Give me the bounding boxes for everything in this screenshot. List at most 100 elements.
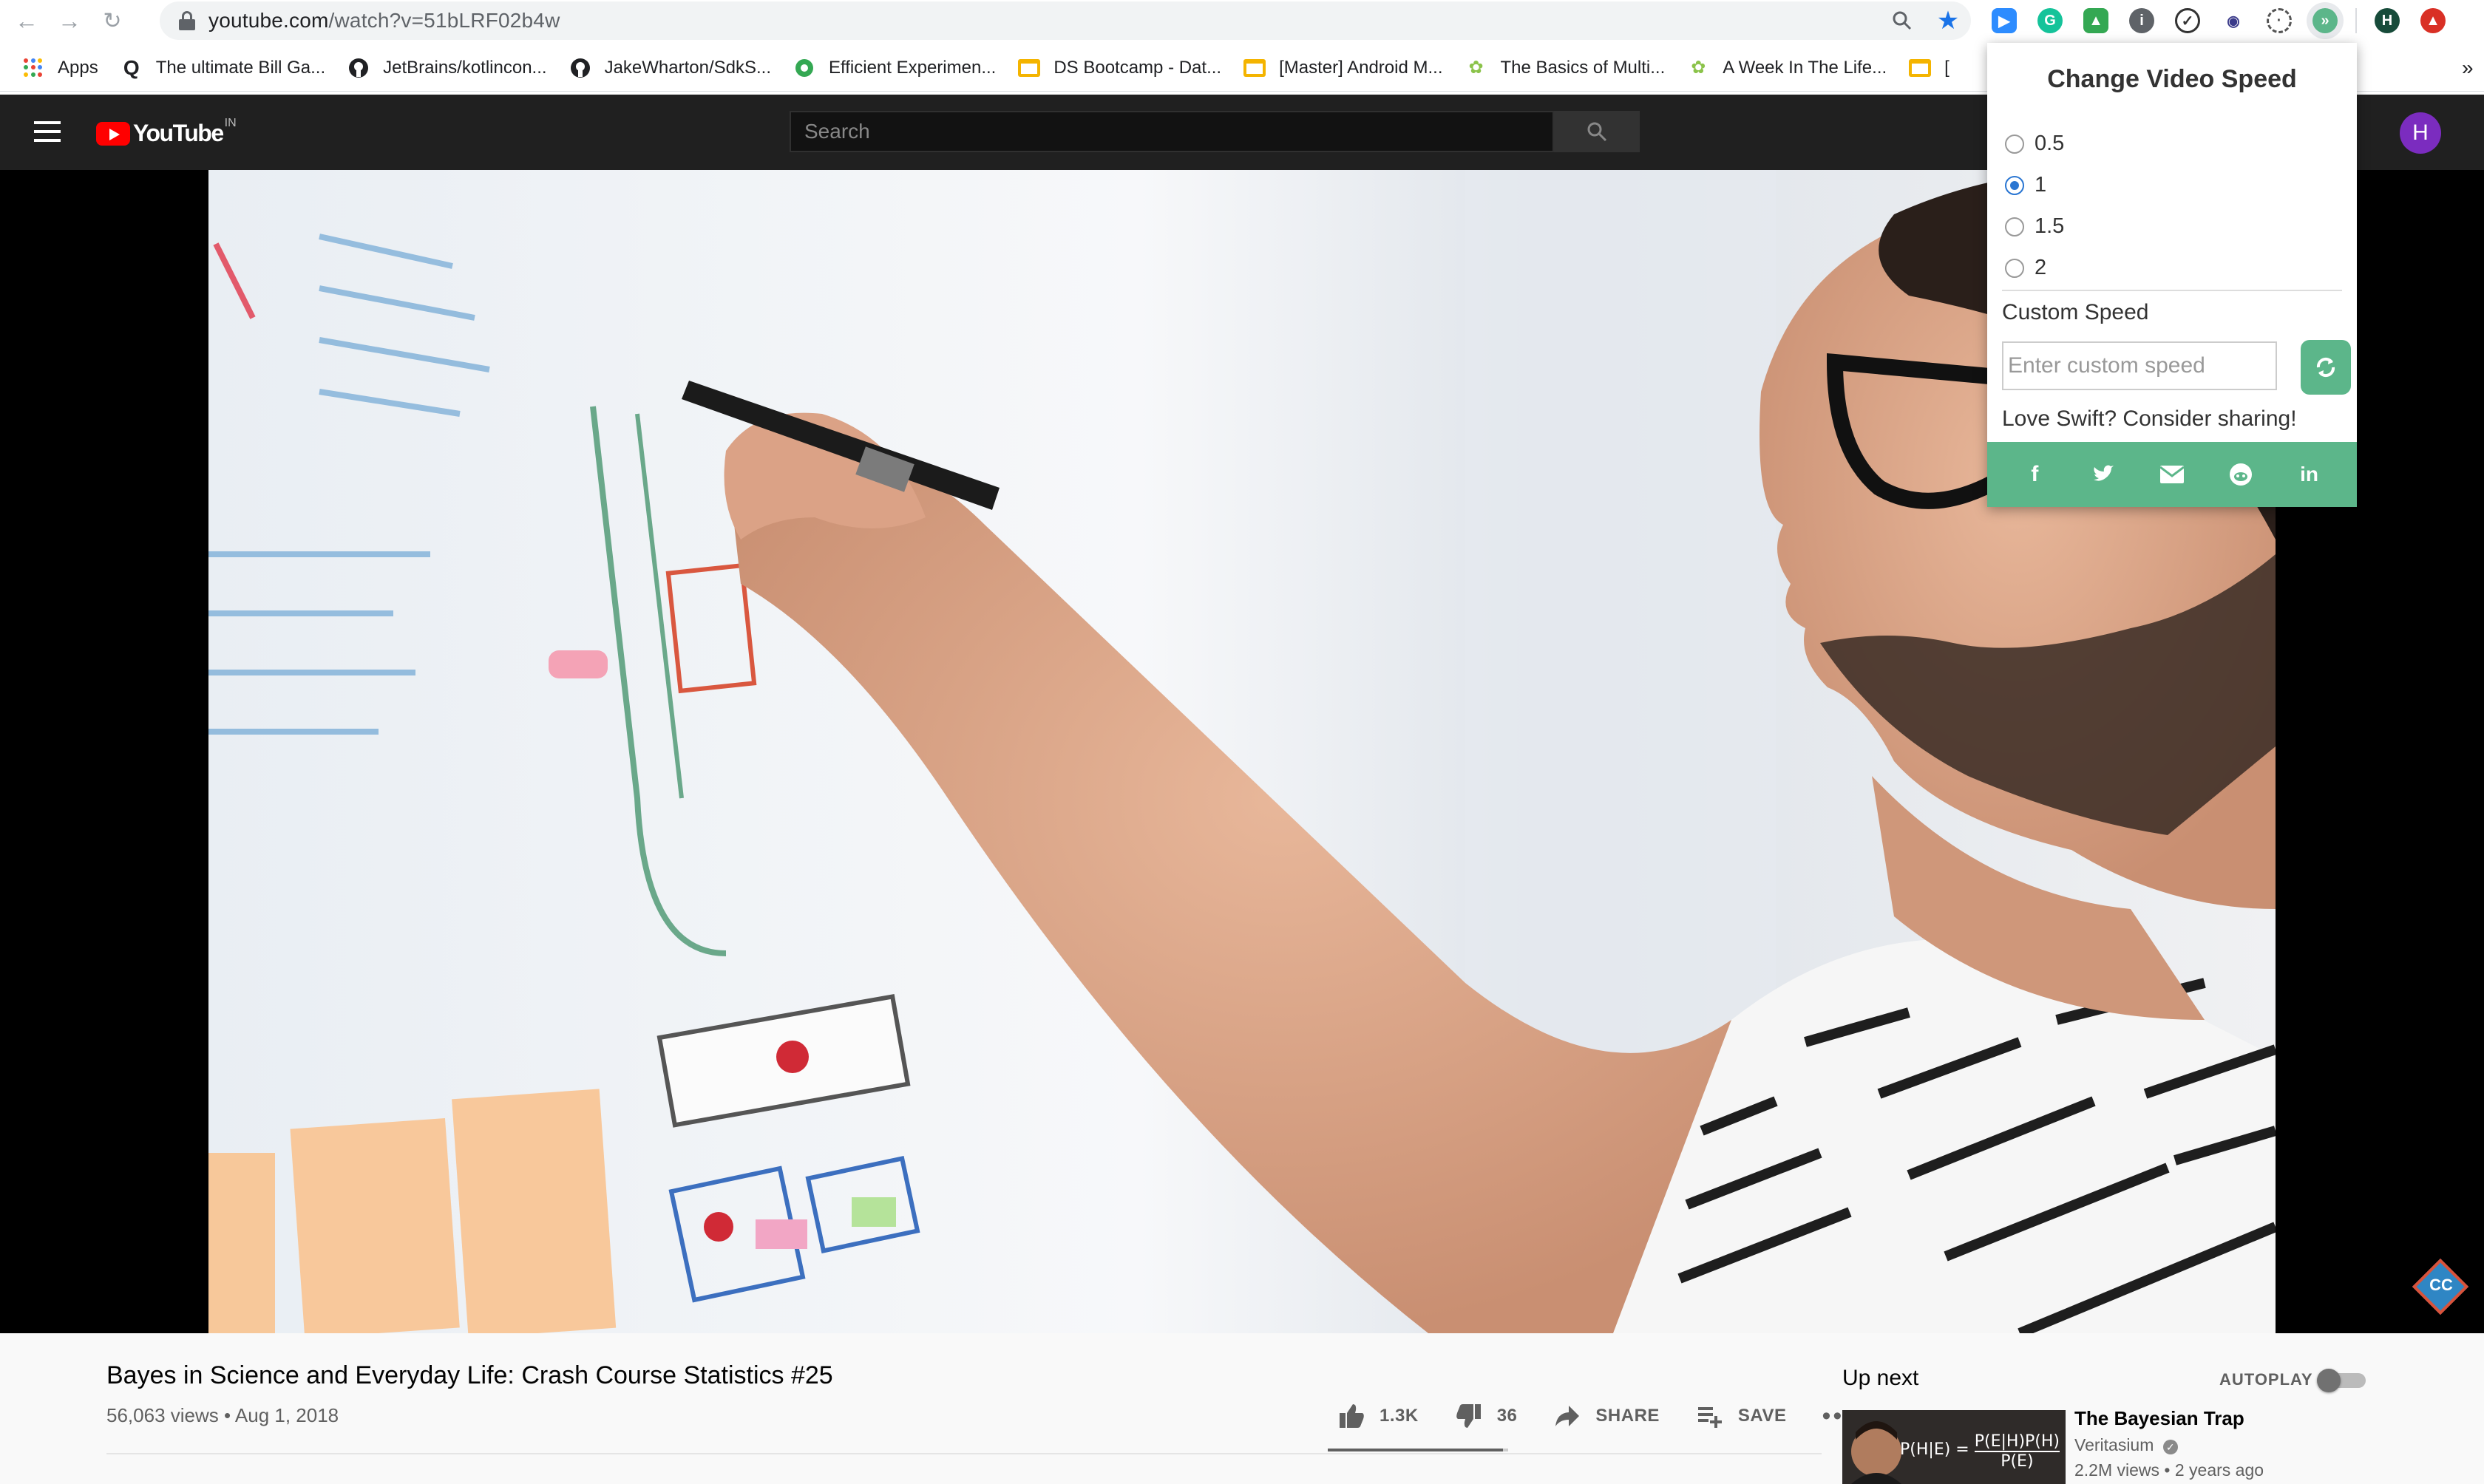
bookmark-item[interactable]: Q The ultimate Bill Ga... bbox=[121, 55, 325, 79]
bookmark-item[interactable]: Efficient Experimen... bbox=[793, 57, 996, 79]
reddit-icon[interactable] bbox=[2225, 458, 2257, 491]
video-speed-popup: Change Video Speed 0.5 1 1.5 2 Custom Sp… bbox=[1987, 43, 2357, 507]
next-video-title[interactable]: The Bayesian Trap bbox=[2074, 1407, 2244, 1430]
refresh-icon bbox=[2316, 357, 2335, 378]
bookmark-label: Apps bbox=[58, 57, 98, 78]
popup-divider bbox=[2002, 290, 2342, 291]
check-extension-icon[interactable]: ✓ bbox=[2175, 8, 2200, 33]
speed-option-1[interactable]: 1 bbox=[2005, 173, 2046, 197]
like-ratio-bar bbox=[1328, 1449, 1508, 1451]
cc-label: CC bbox=[2429, 1276, 2453, 1294]
radio-button[interactable] bbox=[2005, 134, 2024, 154]
youtube-logo[interactable]: YouTube IN bbox=[96, 116, 237, 147]
github-icon bbox=[569, 57, 591, 79]
country-code: IN bbox=[224, 116, 237, 129]
update-extension-icon[interactable]: ▲ bbox=[2420, 8, 2446, 33]
speed-option-1-5[interactable]: 1.5 bbox=[2005, 214, 2064, 239]
back-arrow-icon[interactable]: ← bbox=[10, 4, 43, 37]
profile-avatar-icon[interactable]: H bbox=[2375, 8, 2400, 33]
share-button[interactable]: SHARE bbox=[1552, 1401, 1660, 1431]
playlist-add-icon bbox=[1695, 1401, 1725, 1431]
bookmark-label: JakeWharton/SdkS... bbox=[604, 57, 771, 78]
speed-option-label: 2 bbox=[2035, 256, 2047, 279]
leaf-icon: ✿ bbox=[1468, 58, 1484, 78]
grammarly-extension-icon[interactable]: G bbox=[2037, 8, 2063, 33]
save-button[interactable]: SAVE bbox=[1695, 1401, 1787, 1431]
address-bar[interactable]: youtube.com/watch?v=51bLRF02b4w ★ bbox=[160, 1, 1971, 40]
speed-option-2[interactable]: 2 bbox=[2005, 256, 2046, 280]
bookmark-label: The Basics of Multi... bbox=[1500, 57, 1666, 78]
url-path: /watch?v=51bLRF02b4w bbox=[328, 9, 560, 32]
dislike-button[interactable]: 36 bbox=[1454, 1401, 1518, 1431]
thumbs-up-icon bbox=[1337, 1401, 1366, 1431]
share-bar: f in bbox=[1987, 442, 2357, 507]
bookmark-star-icon[interactable]: ★ bbox=[1933, 6, 1963, 35]
extensions-bar: ▶ G ▲ i ✓ ◉ · » H ▲ bbox=[1981, 4, 2456, 37]
reload-icon[interactable]: ↻ bbox=[96, 4, 129, 37]
bookmark-label: JetBrains/kotlincon... bbox=[383, 57, 547, 78]
video-title: Bayes in Science and Everyday Life: Cras… bbox=[106, 1361, 833, 1389]
apply-speed-button[interactable] bbox=[2301, 340, 2351, 395]
search-icon bbox=[1587, 122, 1607, 142]
video-speed-extension-icon[interactable]: » bbox=[2312, 8, 2338, 33]
search-button[interactable] bbox=[1554, 111, 1640, 152]
dashed-circle-extension-icon[interactable]: · bbox=[2267, 8, 2292, 33]
bookmark-item[interactable]: DS Bootcamp - Dat... bbox=[1018, 57, 1221, 79]
bookmark-item[interactable]: ✿ The Basics of Multi... bbox=[1465, 57, 1666, 79]
thumbs-down-icon bbox=[1454, 1401, 1484, 1431]
twitter-icon[interactable] bbox=[2087, 458, 2120, 491]
next-video-thumbnail[interactable]: P(H|E) = P(E|H)P(H) P(E) bbox=[1842, 1410, 2066, 1484]
browser-toolbar: ← → ↻ youtube.com/watch?v=51bLRF02b4w ★ … bbox=[0, 0, 2484, 41]
bookmark-label: DS Bootcamp - Dat... bbox=[1053, 57, 1222, 78]
video-frame[interactable] bbox=[208, 170, 2276, 1333]
zoom-extension-icon[interactable]: ▶ bbox=[1992, 8, 2017, 33]
radio-button[interactable] bbox=[2005, 175, 2024, 195]
lock-icon bbox=[179, 11, 195, 30]
url-text[interactable]: youtube.com/watch?v=51bLRF02b4w bbox=[208, 9, 560, 33]
speed-option-0-5[interactable]: 0.5 bbox=[2005, 132, 2064, 156]
email-icon[interactable] bbox=[2156, 458, 2188, 491]
bookmark-item[interactable]: [ bbox=[1909, 57, 1949, 79]
like-button[interactable]: 1.3K bbox=[1337, 1401, 1419, 1431]
formula-denominator: P(E) bbox=[2001, 1452, 2034, 1471]
bookmark-item[interactable]: ✿ A Week In The Life... bbox=[1687, 57, 1887, 79]
radio-button[interactable] bbox=[2005, 258, 2024, 278]
save-label: SAVE bbox=[1737, 1406, 1787, 1426]
apps-grid-icon bbox=[22, 57, 44, 79]
bookmark-item[interactable]: JetBrains/kotlincon... bbox=[347, 57, 547, 79]
bookmark-apps[interactable]: Apps bbox=[22, 57, 98, 79]
up-next-heading: Up next bbox=[1842, 1366, 1919, 1390]
autoplay-toggle[interactable] bbox=[2317, 1369, 2366, 1392]
forward-arrow-icon[interactable]: → bbox=[53, 4, 86, 37]
next-video-channel[interactable]: Veritasium ✓ bbox=[2074, 1435, 2178, 1455]
video-info-section: Bayes in Science and Everyday Life: Cras… bbox=[0, 1333, 2484, 1484]
video-still-image bbox=[208, 170, 2276, 1333]
youtube-wordmark: YouTube bbox=[133, 120, 224, 146]
avatar[interactable]: H bbox=[2400, 112, 2441, 154]
facebook-icon[interactable]: f bbox=[2018, 458, 2051, 491]
menu-icon[interactable] bbox=[34, 121, 61, 142]
divider bbox=[106, 1453, 1822, 1454]
info-extension-icon[interactable]: i bbox=[2129, 8, 2154, 33]
slides-icon bbox=[1909, 57, 1932, 79]
quora-icon: Q bbox=[123, 55, 140, 79]
linkedin-icon[interactable]: in bbox=[2293, 458, 2326, 491]
zoom-icon[interactable] bbox=[1887, 6, 1917, 35]
popup-title: Change Video Speed bbox=[2047, 65, 2297, 93]
custom-speed-input[interactable]: Enter custom speed bbox=[2002, 341, 2277, 390]
search-input[interactable]: Search bbox=[790, 111, 1554, 152]
green-circle-icon bbox=[793, 57, 815, 79]
radio-button[interactable] bbox=[2005, 217, 2024, 236]
mask-extension-icon[interactable]: ◉ bbox=[2221, 8, 2246, 33]
bookmark-item[interactable]: JakeWharton/SdkS... bbox=[569, 57, 771, 79]
view-count: 56,063 views bbox=[106, 1404, 219, 1426]
share-label: SHARE bbox=[1595, 1406, 1660, 1426]
bookmarks-overflow-button[interactable]: » bbox=[2462, 56, 2474, 80]
meta-separator: • bbox=[218, 1404, 235, 1426]
share-prompt: Love Swift? Consider sharing! bbox=[2002, 406, 2297, 431]
bookmark-item[interactable]: [Master] Android M... bbox=[1243, 57, 1443, 79]
publish-date: Aug 1, 2018 bbox=[234, 1404, 339, 1426]
formula-numerator: P(E|H)P(H) bbox=[1974, 1432, 2060, 1452]
green-extension-icon[interactable]: ▲ bbox=[2083, 8, 2108, 33]
speed-option-label: 1.5 bbox=[2035, 214, 2065, 238]
